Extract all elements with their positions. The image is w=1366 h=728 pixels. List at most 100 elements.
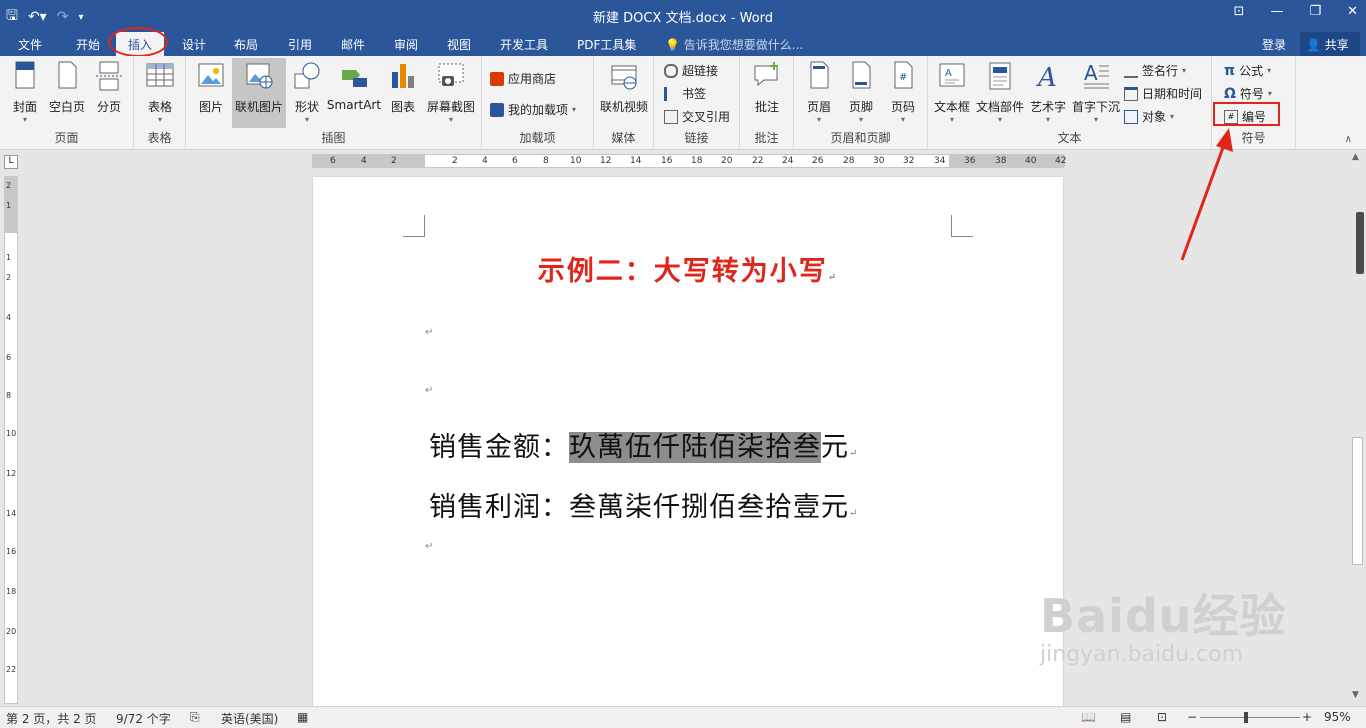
web-layout-icon[interactable]: ⊡ [1157, 710, 1167, 724]
online-video-label: 联机视频 [599, 100, 648, 114]
collapse-ribbon-icon[interactable]: ∧ [1345, 134, 1352, 145]
tab-review[interactable]: 审阅 [394, 36, 418, 53]
text-box-button[interactable]: A 文本框 ▾ [932, 60, 972, 124]
store-button[interactable]: 应用商店 [490, 70, 556, 87]
minimize-button[interactable]: — [1270, 4, 1283, 19]
sales-amount-tail: 元 [821, 432, 849, 463]
bookmark-button[interactable]: 书签 [664, 85, 706, 102]
hyperlink-button[interactable]: 超链接 [664, 62, 718, 79]
group-text: A 文本框 ▾ 文档部件 ▾ A 艺术字 ▾ A 首字下沉 ▾ 签名行 ▾ 日期… [928, 56, 1212, 148]
group-comments: 批注 批注 [740, 56, 794, 148]
language-status[interactable]: 英语(美国) [221, 710, 278, 727]
blank-page-button[interactable]: 空白页 [47, 60, 87, 115]
ruler-tick: 12 [600, 156, 612, 166]
word-count-status[interactable]: 9/72 个字 [116, 710, 171, 727]
tab-home[interactable]: 开始 [76, 36, 100, 53]
zoom-out-icon[interactable]: − [1187, 710, 1197, 724]
table-button[interactable]: 表格 ▾ [142, 60, 178, 124]
blank-page-icon [58, 61, 77, 89]
drop-cap-button[interactable]: A 首字下沉 ▾ [1070, 60, 1122, 124]
ruler-tick: 2 [452, 156, 458, 166]
sales-profit-line[interactable]: 销售利润：叁萬柒仟捌佰叁拾壹元↵ [429, 485, 858, 524]
title-bar: 🖫 ↶▾ ↷ ▾ 新建 DOCX 文档.docx - Word ⊡ — ❐ ✕ [0, 0, 1366, 32]
zoom-slider[interactable] [1200, 717, 1300, 718]
symbol-button[interactable]: Ω 符号 ▾ [1224, 85, 1272, 102]
chevron-down-icon: ▾ [949, 115, 954, 124]
signature-icon [1124, 64, 1138, 78]
chevron-down-icon: ▾ [858, 115, 863, 124]
zoom-in-icon[interactable]: + [1302, 710, 1312, 724]
ruler-tick: 24 [782, 156, 794, 166]
online-video-button[interactable]: 联机视频 [598, 60, 650, 115]
document-heading[interactable]: 示例二：大写转为小写↵ [313, 249, 1063, 288]
cross-reference-label: 交叉引用 [682, 110, 731, 124]
picture-button[interactable]: 图片 [194, 60, 228, 115]
tab-selector-button[interactable]: L [4, 155, 18, 169]
ruler-tick: 2 [6, 181, 12, 190]
object-button[interactable]: 对象 ▾ [1124, 108, 1174, 125]
screenshot-icon [438, 63, 464, 86]
signature-line-button[interactable]: 签名行 ▾ [1124, 62, 1186, 79]
ruler-tick: 26 [812, 156, 824, 166]
document-page[interactable]: 示例二：大写转为小写↵ ↵ ↵ 销售金额：玖萬伍仟陆佰柒拾叁元↵ 销售利润：叁萬… [313, 177, 1063, 706]
date-time-button[interactable]: 日期和时间 [1124, 85, 1202, 102]
share-button[interactable]: 👤 共享 [1300, 32, 1360, 56]
quick-parts-button[interactable]: 文档部件 ▾ [974, 60, 1026, 124]
sales-amount-line[interactable]: 销售金额：玖萬伍仟陆佰柒拾叁元↵ [429, 425, 858, 464]
wordart-button[interactable]: A 艺术字 ▾ [1028, 60, 1068, 124]
footer-icon [852, 61, 871, 89]
page-break-button[interactable]: 分页 [92, 60, 126, 115]
chevron-down-icon: ▾ [448, 115, 453, 124]
scroll-down-icon[interactable]: ▼ [1352, 690, 1359, 700]
page-count-status[interactable]: 第 2 页，共 2 页 [6, 710, 97, 727]
group-label-header-footer: 页眉和页脚 [830, 131, 891, 145]
tab-view[interactable]: 视图 [447, 36, 471, 53]
tab-developer[interactable]: 开发工具 [500, 36, 548, 53]
close-button[interactable]: ✕ [1347, 4, 1358, 19]
group-label-links: 链接 [684, 131, 709, 145]
login-link[interactable]: 登录 [1262, 36, 1286, 53]
screenshot-button[interactable]: 屏幕截图 ▾ [424, 60, 478, 124]
tab-references[interactable]: 引用 [288, 36, 312, 53]
ribbon-display-options-icon[interactable]: ⊡ [1234, 4, 1245, 19]
cross-reference-button[interactable]: 交叉引用 [664, 108, 730, 125]
cover-page-button[interactable]: 封面 ▾ [8, 60, 42, 124]
scroll-grip[interactable] [1356, 212, 1364, 274]
footer-button[interactable]: 页脚 ▾ [842, 60, 880, 124]
tab-layout[interactable]: 布局 [234, 36, 258, 53]
zoom-level[interactable]: 95% [1324, 710, 1351, 724]
page-number-label: 页码 [890, 100, 915, 114]
tell-me-search[interactable]: 💡 告诉我您想要做什么... [665, 36, 803, 53]
chevron-down-icon: ▾ [157, 115, 162, 124]
zoom-slider-knob[interactable] [1244, 712, 1248, 723]
selected-text[interactable]: 玖萬伍仟陆佰柒拾叁 [569, 432, 821, 463]
group-label-addins: 加载项 [519, 131, 556, 145]
horizontal-ruler[interactable]: 6 4 2 2 4 6 8 10 12 14 16 18 20 22 24 26… [312, 154, 1066, 168]
scroll-up-icon[interactable]: ▲ [1352, 152, 1359, 162]
my-addins-button[interactable]: 我的加载项 ▾ [490, 101, 576, 118]
ribbon-tabs: 文件 开始 插入 设计 布局 引用 邮件 审阅 视图 开发工具 PDF工具集 💡… [0, 32, 1366, 56]
chart-button[interactable]: 图表 [386, 60, 420, 115]
tab-design[interactable]: 设计 [182, 36, 206, 53]
vertical-ruler[interactable]: 2 1 1 2 4 6 8 10 12 14 16 18 20 22 [4, 176, 18, 704]
equation-button[interactable]: π 公式 ▾ [1224, 62, 1271, 79]
print-layout-icon[interactable]: ▤ [1120, 710, 1131, 724]
shapes-button[interactable]: 形状 ▾ [290, 60, 324, 124]
restore-button[interactable]: ❐ [1309, 4, 1321, 19]
proofing-icon[interactable]: ⎘ [190, 710, 200, 725]
group-pages: 封面 ▾ 空白页 分页 页面 [0, 56, 134, 148]
macro-icon[interactable]: ▦ [297, 710, 308, 724]
tab-pdf-tools[interactable]: PDF工具集 [577, 36, 636, 53]
online-picture-button[interactable]: 联机图片 [232, 58, 286, 128]
ruler-tick: 16 [661, 156, 673, 166]
scroll-thumb[interactable] [1352, 437, 1363, 565]
vertical-scrollbar[interactable]: ▲ ▼ [1349, 150, 1366, 706]
tab-file[interactable]: 文件 [18, 36, 42, 53]
page-number-button[interactable]: # 页码 ▾ [884, 60, 922, 124]
smartart-button[interactable]: SmartArt [326, 60, 382, 112]
person-icon: 👤 [1306, 38, 1321, 52]
header-button[interactable]: 页眉 ▾ [800, 60, 838, 124]
comment-button[interactable]: 批注 [748, 60, 786, 115]
tab-mailings[interactable]: 邮件 [341, 36, 365, 53]
read-mode-icon[interactable]: 📖 [1081, 710, 1096, 724]
